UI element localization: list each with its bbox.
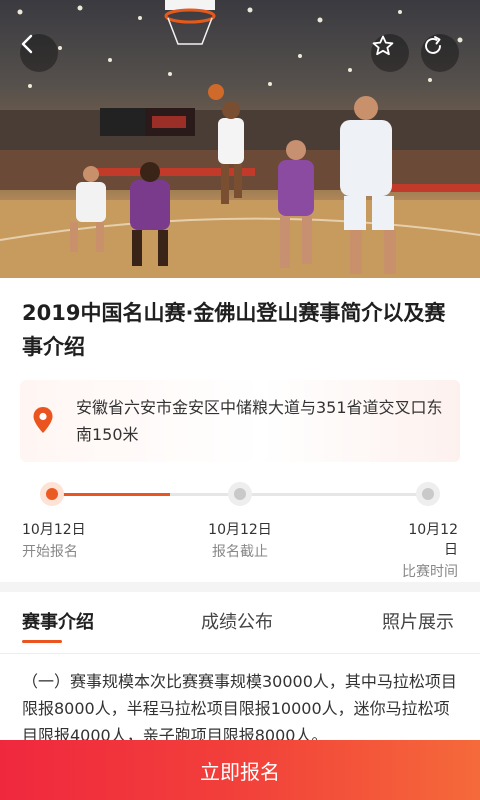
location-pin-icon xyxy=(33,407,53,433)
back-button[interactable] xyxy=(20,34,58,72)
timeline-step-deadline: 10月12日 报名截止 xyxy=(208,520,272,562)
tab-active-indicator xyxy=(22,640,62,643)
timeline-date: 10月12日 xyxy=(408,522,458,558)
back-arrow-icon xyxy=(21,34,33,54)
detail-tabs: 赛事介绍 成绩公布 照片展示 xyxy=(0,598,480,648)
tabs-divider xyxy=(0,653,480,654)
timeline-date: 10月12日 xyxy=(22,522,86,538)
timeline-label: 比赛时间 xyxy=(402,564,458,580)
registration-timeline: 10月12日 开始报名 10月12日 报名截止 10月12日 比赛时间 xyxy=(0,478,480,580)
timeline-dot-deadline xyxy=(228,482,252,506)
favorite-button[interactable] xyxy=(371,34,409,72)
timeline-label: 开始报名 xyxy=(22,544,78,560)
timeline-dot-race xyxy=(416,482,440,506)
timeline-step-start: 10月12日 开始报名 xyxy=(22,520,86,562)
timeline-step-race: 10月12日 比赛时间 xyxy=(396,520,458,582)
tab-results[interactable]: 成绩公布 xyxy=(201,610,273,636)
timeline-label: 报名截止 xyxy=(212,544,268,560)
share-button[interactable] xyxy=(421,34,459,72)
refresh-share-icon xyxy=(425,36,441,54)
event-intro-text: （一）赛事规模本次比赛赛事规模30000人，其中马拉松项目限报8000人，半程马… xyxy=(22,672,457,745)
basketball-game-photo xyxy=(0,0,480,278)
tab-photos[interactable]: 照片展示 xyxy=(382,610,454,636)
address-card[interactable]: 安徽省六安市金安区中储粮大道与351省道交叉口东南150米 xyxy=(20,380,460,462)
section-divider xyxy=(0,582,480,592)
star-icon xyxy=(372,35,394,56)
timeline-progress xyxy=(52,493,170,496)
timeline-dot-start xyxy=(40,482,64,506)
event-title: 2019中国名山赛·金佛山登山赛事简介以及赛事介绍 xyxy=(22,301,446,359)
hero-image xyxy=(0,0,480,278)
event-address: 安徽省六安市金安区中储粮大道与351省道交叉口东南150米 xyxy=(76,398,443,444)
register-button[interactable]: 立即报名 xyxy=(0,740,480,800)
timeline-date: 10月12日 xyxy=(208,522,272,538)
tab-event-intro[interactable]: 赛事介绍 xyxy=(22,610,94,636)
